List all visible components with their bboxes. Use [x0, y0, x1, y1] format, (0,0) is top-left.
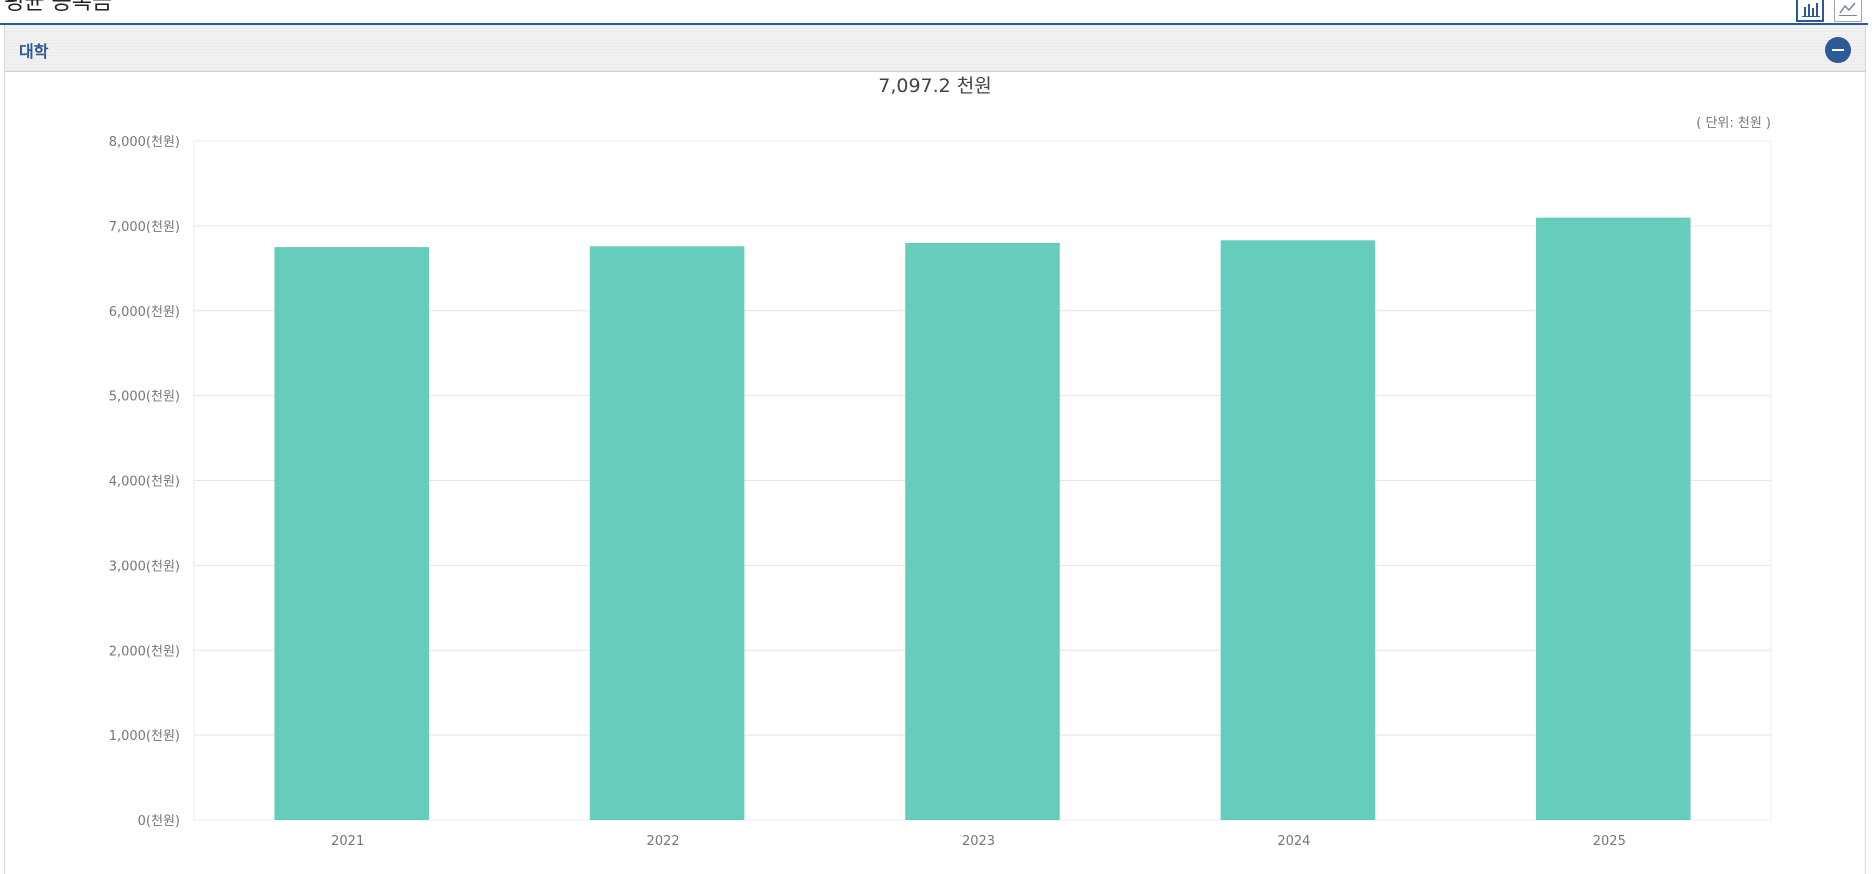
- line-chart-icon: [1839, 2, 1857, 16]
- section-title: 대학: [19, 42, 49, 61]
- bar-chart-icon: [1802, 3, 1820, 17]
- x-tick-label: 2021: [331, 834, 364, 849]
- chart-panel: 0(천원) 1,000(천원) 2,000(천원) 3,000(천원) 4,000(천원…: [4, 72, 1866, 874]
- y-tick-label: 2,000(천원): [109, 644, 180, 659]
- y-tick-label: 0(천원): [138, 814, 180, 829]
- bar-chart-view-button[interactable]: [1796, 0, 1824, 22]
- y-tick-label: 8,000(천원): [109, 135, 180, 150]
- y-tick-label: 1,000(천원): [109, 729, 180, 744]
- bar-2022[interactable]: [589, 246, 745, 820]
- y-tick-label: 3,000(천원): [109, 559, 180, 574]
- bar-2024[interactable]: [1220, 240, 1376, 820]
- section-header: 대학: [4, 25, 1866, 72]
- y-tick-label: 7,000(천원): [109, 220, 180, 235]
- bar-2021[interactable]: [274, 247, 429, 820]
- x-tick-label: 2025: [1593, 834, 1626, 849]
- x-tick-label: 2023: [962, 834, 995, 849]
- bar-chart: 0(천원) 1,000(천원) 2,000(천원) 3,000(천원) 4,000(천원…: [109, 75, 1772, 849]
- minus-circle-icon[interactable]: [1825, 37, 1851, 63]
- y-tick-label: 6,000(천원): [109, 305, 180, 320]
- line-chart-view-button[interactable]: [1834, 0, 1862, 22]
- bar-2025[interactable]: [1536, 217, 1691, 821]
- bar-2023[interactable]: [905, 242, 1060, 821]
- y-tick-label: 4,000(천원): [109, 475, 180, 490]
- chart-title: 7,097.2 천원: [878, 75, 992, 97]
- x-tick-label: 2022: [647, 834, 680, 849]
- unit-note: ( 단위: 천원 ): [1696, 116, 1771, 131]
- y-tick-label: 5,000(천원): [109, 390, 180, 405]
- page-title: 평균 등록금: [4, 0, 113, 15]
- x-tick-label: 2024: [1277, 834, 1310, 849]
